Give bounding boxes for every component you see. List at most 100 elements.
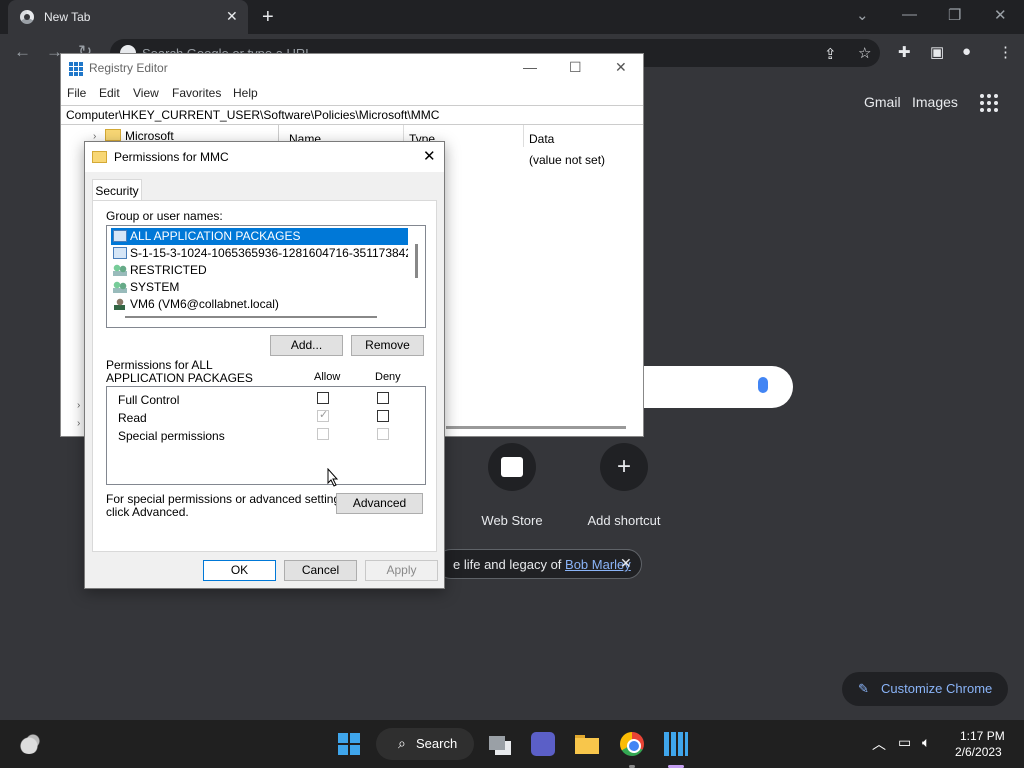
volume-icon[interactable]: 🔈︎ (922, 734, 930, 751)
permissions-for-label-2: APPLICATION PACKAGES (106, 371, 253, 385)
shortcut-label: Add shortcut (587, 513, 661, 528)
horizontal-scrollbar[interactable] (446, 426, 626, 429)
teams-chat-icon[interactable] (531, 732, 555, 756)
apply-button[interactable]: Apply (365, 560, 438, 581)
taskbar: ⌕ Search ︿ ▭ 🔈︎ 1:17 PM 2/6/2023 (0, 720, 1024, 768)
user-row[interactable]: ALL APPLICATION PACKAGES (111, 228, 408, 245)
user-name: RESTRICTED (130, 263, 207, 277)
maximize-icon[interactable]: ☐ (569, 59, 582, 76)
user-row[interactable]: SYSTEM (111, 279, 408, 296)
expand-chevron-icon[interactable]: › (77, 400, 80, 411)
more-menu-icon[interactable]: ⋮ (998, 43, 1013, 61)
profile-icon[interactable]: ● (962, 43, 971, 60)
new-tab-button[interactable]: + (262, 6, 274, 29)
microphone-icon[interactable] (758, 377, 768, 393)
allow-header: Allow (314, 371, 341, 383)
customize-label: Customize Chrome (881, 681, 993, 696)
group-icon (113, 281, 127, 293)
user-row[interactable]: S-1-15-3-1024-1065365936-1281604716-3511… (111, 245, 408, 262)
menu-view[interactable]: View (133, 86, 159, 100)
special-deny-checkbox (377, 428, 389, 440)
user-name: SYSTEM (130, 280, 180, 294)
clock-time[interactable]: 1:17 PM (960, 729, 1005, 743)
shortcut-add[interactable]: + Add shortcut (574, 443, 674, 528)
minimize-icon[interactable]: — (523, 59, 537, 75)
regedit-titlebar[interactable]: Registry Editor — ☐ ✕ (61, 54, 643, 84)
permissions-dialog: Permissions for MMC ✕ Security Group or … (84, 141, 445, 589)
menu-edit[interactable]: Edit (99, 86, 120, 100)
search-icon: ⌕ (398, 735, 406, 751)
user-row[interactable]: RESTRICTED (111, 262, 408, 279)
gmail-link[interactable]: Gmail (864, 94, 901, 110)
menu-help[interactable]: Help (233, 86, 258, 100)
security-panel: Group or user names: ALL APPLICATION PAC… (92, 200, 437, 552)
column-divider (523, 125, 524, 147)
add-button[interactable]: Add... (270, 335, 343, 356)
remove-button[interactable]: Remove (351, 335, 424, 356)
restore-icon[interactable]: ❐ (948, 6, 961, 24)
column-data[interactable]: Data (529, 132, 554, 146)
user-name: VM6 (VM6@collabnet.local) (130, 297, 279, 311)
registry-editor-taskbar-icon[interactable] (664, 732, 688, 756)
regedit-menubar: File Edit View Favorites Help (61, 84, 643, 104)
permission-name: Full Control (118, 393, 180, 407)
user-name: ALL APPLICATION PACKAGES (130, 229, 301, 243)
network-icon[interactable]: ▭ (898, 734, 911, 751)
doodle-close-icon[interactable]: ✕ (620, 555, 632, 572)
extensions-icon[interactable]: ✚ (898, 43, 911, 61)
share-icon[interactable]: ⇪ (824, 45, 837, 63)
cancel-button[interactable]: Cancel (284, 560, 357, 581)
tab-security[interactable]: Security (92, 179, 142, 201)
chrome-icon[interactable] (620, 732, 644, 756)
expand-chevron-icon[interactable]: › (77, 418, 80, 429)
horizontal-scrollbar[interactable] (125, 316, 377, 318)
shortcut-web-store[interactable]: Web Store (462, 443, 562, 528)
pencil-icon: ✎ (858, 681, 869, 696)
doodle-text: e life and legacy of (453, 557, 566, 572)
tab-search-chevron-icon[interactable]: ⌄ (856, 6, 869, 24)
menu-file[interactable]: File (67, 86, 86, 100)
task-view-icon[interactable] (487, 732, 511, 756)
file-explorer-icon[interactable] (575, 732, 599, 756)
chrome-favicon-icon (20, 10, 34, 24)
doodle-share-pill: e life and legacy of Bob Marley ✕ (436, 549, 642, 579)
dialog-titlebar[interactable]: Permissions for MMC ✕ (85, 142, 444, 172)
mouse-cursor-icon (327, 468, 339, 487)
bookmark-star-icon[interactable]: ☆ (858, 44, 871, 62)
ok-button[interactable]: OK (203, 560, 276, 581)
show-hidden-icons-chevron-icon[interactable]: ︿ (872, 734, 886, 754)
folder-icon (105, 129, 121, 141)
close-icon[interactable]: ✕ (615, 59, 627, 76)
value-data: (value not set) (529, 153, 606, 167)
minimize-icon[interactable]: — (902, 6, 917, 23)
full-control-allow-checkbox[interactable] (317, 392, 329, 404)
back-button[interactable]: ← (14, 42, 31, 62)
user-row[interactable]: VM6 (VM6@collabnet.local) (111, 296, 408, 313)
chrome-tab-strip: New Tab ✕ + ⌄ — ❐ ✕ (0, 0, 1024, 34)
menu-favorites[interactable]: Favorites (172, 86, 221, 100)
close-window-icon[interactable]: ✕ (994, 6, 1007, 24)
user-name: S-1-15-3-1024-1065365936-1281604716-3511… (130, 246, 408, 260)
address-bar[interactable]: Computer\HKEY_CURRENT_USER\Software\Poli… (61, 105, 643, 125)
start-button[interactable] (338, 733, 360, 755)
special-allow-checkbox (317, 428, 329, 440)
customize-chrome-button[interactable]: ✎ Customize Chrome (842, 672, 1008, 706)
deny-header: Deny (375, 371, 401, 383)
weather-icon[interactable] (17, 732, 41, 754)
user-icon (113, 298, 127, 310)
tab-close-icon[interactable]: ✕ (226, 8, 238, 25)
taskbar-search[interactable]: ⌕ Search (376, 728, 474, 760)
close-icon[interactable]: ✕ (423, 147, 436, 165)
side-panel-icon[interactable]: ▣ (930, 43, 944, 61)
dialog-title: Permissions for MMC (114, 150, 229, 164)
images-link[interactable]: Images (912, 94, 958, 110)
clock-date[interactable]: 2/6/2023 (955, 745, 1002, 759)
google-apps-icon[interactable] (980, 94, 1000, 112)
tab-new-tab[interactable]: New Tab ✕ (8, 0, 248, 34)
read-deny-checkbox[interactable] (377, 410, 389, 422)
users-listbox[interactable]: ALL APPLICATION PACKAGES S-1-15-3-1024-1… (106, 225, 426, 328)
full-control-deny-checkbox[interactable] (377, 392, 389, 404)
advanced-button[interactable]: Advanced (336, 493, 423, 514)
permission-name: Special permissions (118, 429, 225, 443)
vertical-scrollbar[interactable] (415, 244, 418, 278)
